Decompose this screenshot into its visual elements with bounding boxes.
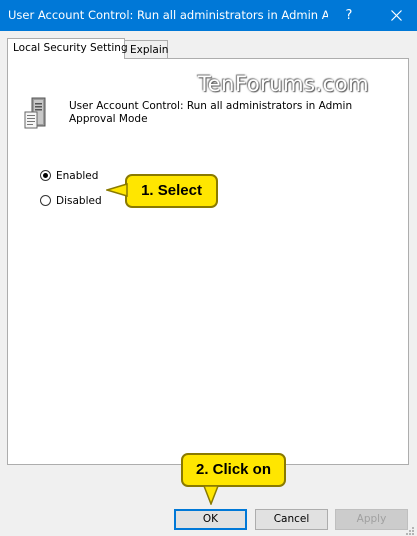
callout-click-on: 2. Click on: [181, 453, 286, 487]
title-bar: User Account Control: Run all administra…: [0, 0, 417, 31]
watermark-text: TenForums.com: [198, 72, 370, 96]
radio-enabled[interactable]: Enabled: [40, 168, 110, 184]
cancel-button[interactable]: Cancel: [255, 509, 328, 530]
close-button[interactable]: [377, 0, 417, 31]
radio-enabled-label: Enabled: [56, 170, 99, 182]
radio-disabled-indicator[interactable]: [40, 195, 51, 206]
radio-disabled-label: Disabled: [56, 195, 102, 207]
radio-enabled-indicator[interactable]: [40, 170, 51, 181]
callout-select: 1. Select: [125, 174, 218, 208]
radio-disabled[interactable]: Disabled: [40, 193, 110, 209]
dialog-body: Local Security Setting Explain TenForums…: [0, 31, 417, 535]
tab-panel: TenForums.com User Account Control: Run …: [7, 58, 409, 465]
window-title: User Account Control: Run all administra…: [8, 8, 328, 22]
close-icon: [391, 10, 402, 21]
callout-select-pointer: [106, 183, 128, 197]
help-button[interactable]: ?: [334, 0, 364, 31]
apply-button[interactable]: Apply: [335, 509, 408, 530]
callout-click-pointer: [203, 485, 219, 505]
policy-title: User Account Control: Run all administra…: [69, 100, 353, 125]
ok-button[interactable]: OK: [174, 509, 247, 530]
tab-explain[interactable]: Explain: [124, 40, 168, 59]
tab-local-security-setting[interactable]: Local Security Setting: [7, 38, 128, 59]
server-icon: [24, 97, 46, 129]
resize-grip-icon[interactable]: [404, 525, 415, 536]
